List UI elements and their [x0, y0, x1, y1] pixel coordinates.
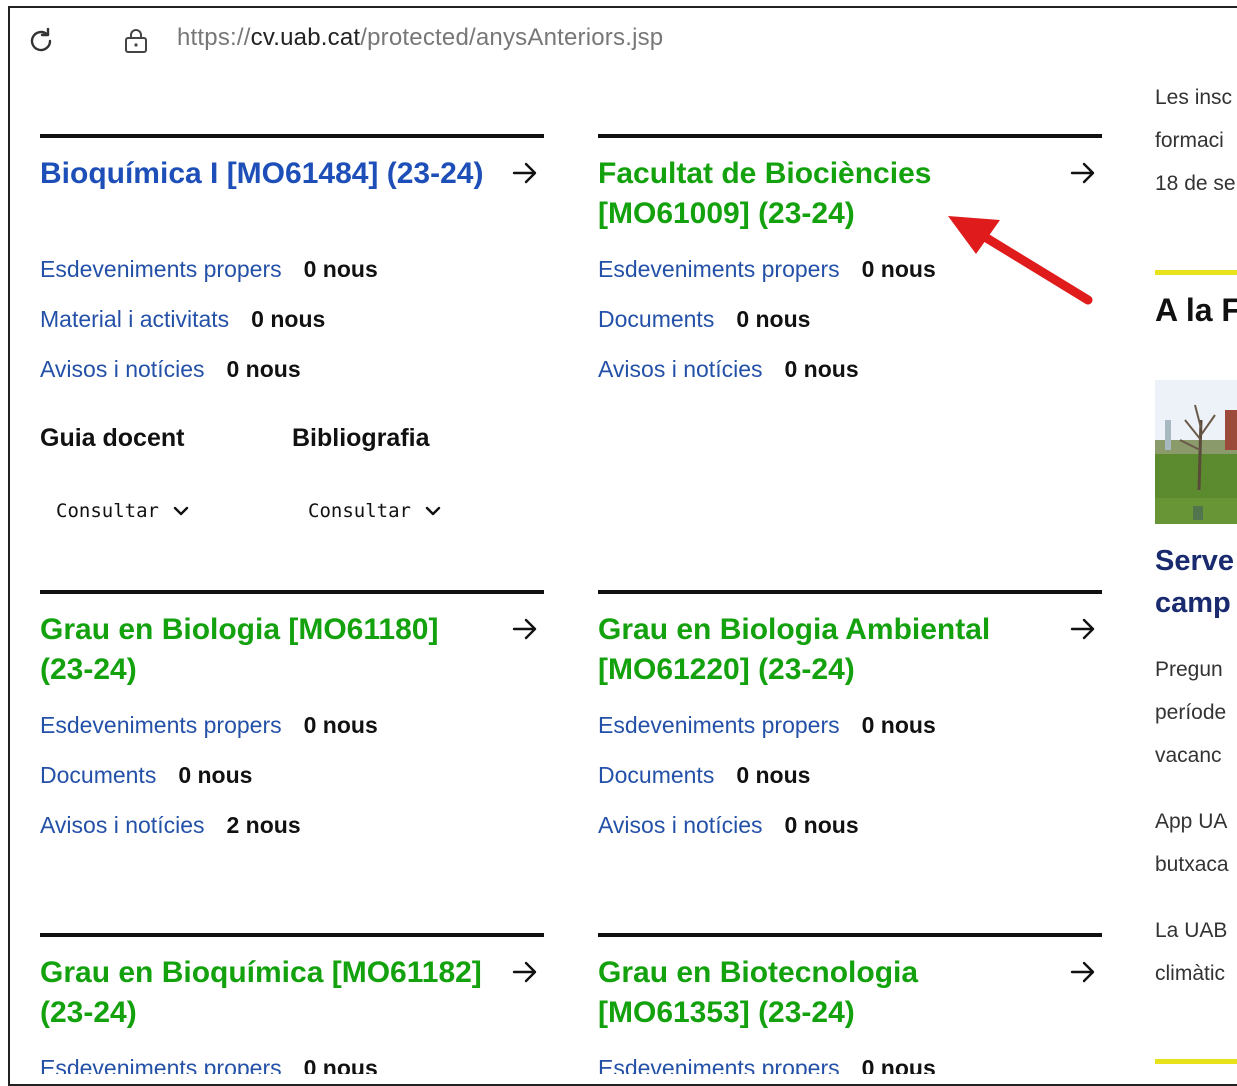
arrow-right-icon[interactable] — [1070, 616, 1096, 642]
bibliography-heading: Bibliografia — [292, 424, 430, 452]
course-card: Grau en Bioquímica [MO61182] (23-24) Esd… — [40, 933, 544, 1074]
intro-text-line: formaci — [1155, 129, 1224, 152]
new-count: 0 nous — [226, 356, 301, 382]
guide-select-value: Consultar — [56, 500, 159, 522]
news-thumbnail[interactable] — [1155, 380, 1237, 524]
bibliography-select-value: Consultar — [308, 500, 411, 522]
documents-link[interactable]: Documents — [598, 762, 714, 788]
bibliography-select[interactable]: Consultar — [308, 500, 441, 522]
card-link-row: Esdeveniments propers 0 nous — [40, 1055, 378, 1074]
paragraph-line: vacanc — [1155, 744, 1222, 767]
news-link[interactable]: Avisos i notícies — [598, 812, 762, 838]
news-title-line[interactable]: Serve — [1155, 540, 1234, 582]
intro-text-line: Les insc — [1155, 86, 1233, 109]
events-link[interactable]: Esdeveniments propers — [598, 712, 840, 738]
guide-select[interactable]: Consultar — [56, 500, 189, 522]
chevron-down-icon — [425, 506, 441, 516]
card-divider — [40, 590, 544, 594]
new-count: 0 nous — [784, 812, 859, 838]
card-link-row: Esdeveniments propers 0 nous — [40, 712, 378, 739]
paragraph-line: App UA — [1155, 810, 1228, 833]
card-title-link[interactable]: Grau en Biologia Ambiental [MO61220] (23… — [598, 610, 1048, 690]
intro-text-line: 18 de se — [1155, 172, 1236, 195]
card-divider — [598, 590, 1102, 594]
card-link-row: Esdeveniments propers 0 nous — [40, 256, 378, 283]
news-link[interactable]: Avisos i notícies — [40, 356, 204, 382]
documents-link[interactable]: Documents — [40, 762, 156, 788]
materials-link[interactable]: Material i activitats — [40, 306, 229, 332]
new-count: 2 nous — [226, 812, 301, 838]
red-arrow-icon — [948, 216, 1093, 305]
card-title-link[interactable]: Grau en Biotecnologia [MO61353] (23-24) — [598, 953, 1048, 1033]
address-bar[interactable]: https://cv.uab.cat/protected/anysAnterio… — [177, 24, 663, 52]
reload-icon[interactable] — [26, 26, 56, 56]
paragraph-line: Pregun — [1155, 658, 1223, 681]
new-count: 0 nous — [303, 712, 378, 738]
course-card: Grau en Biotecnologia [MO61353] (23-24) … — [598, 933, 1102, 1074]
new-count: 0 nous — [861, 1055, 936, 1074]
arrow-right-icon[interactable] — [512, 959, 538, 985]
events-link[interactable]: Esdeveniments propers — [40, 256, 282, 282]
documents-link[interactable]: Documents — [598, 306, 714, 332]
news-link[interactable]: Avisos i notícies — [40, 812, 204, 838]
card-link-row: Material i activitats 0 nous — [40, 306, 325, 333]
card-title-link[interactable]: Grau en Bioquímica [MO61182] (23-24) — [40, 953, 490, 1033]
events-link[interactable]: Esdeveniments propers — [40, 1055, 282, 1074]
guide-heading: Guia docent — [40, 424, 185, 452]
paragraph-line: període — [1155, 701, 1227, 724]
new-count: 0 nous — [861, 712, 936, 738]
course-card: Grau en Biologia Ambiental [MO61220] (23… — [598, 590, 1102, 850]
arrow-right-icon[interactable] — [1070, 160, 1096, 186]
url-path: /protected/anysAnteriors.jsp — [360, 24, 664, 51]
new-count: 0 nous — [736, 306, 811, 332]
section-accent-bar — [1155, 270, 1237, 275]
arrow-right-icon[interactable] — [512, 160, 538, 186]
section-accent-bar — [1155, 1059, 1237, 1064]
card-link-row: Avisos i notícies 0 nous — [40, 356, 301, 383]
lock-icon[interactable] — [124, 28, 148, 54]
card-title-link[interactable]: Bioquímica I [MO61484] (23-24) — [40, 154, 490, 194]
new-count: 0 nous — [303, 256, 378, 282]
right-sidebar: Les insc formaci 18 de se A la F Serve c… — [1155, 0, 1237, 1074]
events-link[interactable]: Esdeveniments propers — [598, 256, 840, 282]
news-link[interactable]: Avisos i notícies — [598, 356, 762, 382]
chevron-down-icon — [173, 506, 189, 516]
card-divider — [40, 933, 544, 937]
card-title-link[interactable]: Grau en Biologia [MO61180] (23-24) — [40, 610, 490, 690]
url-prefix: https:// — [177, 24, 251, 51]
news-title-line[interactable]: camp — [1155, 582, 1231, 624]
card-link-row: Esdeveniments propers 0 nous — [598, 712, 936, 739]
arrow-right-icon[interactable] — [1070, 959, 1096, 985]
section-heading: A la F — [1155, 292, 1237, 328]
new-count: 0 nous — [784, 356, 859, 382]
card-link-row: Avisos i notícies 0 nous — [598, 812, 859, 839]
card-link-row: Documents 0 nous — [40, 762, 252, 789]
url-domain: cv.uab.cat — [250, 24, 361, 51]
card-divider — [598, 134, 1102, 138]
paragraph-line: La UAB — [1155, 919, 1228, 942]
card-link-row: Avisos i notícies 0 nous — [598, 356, 859, 383]
card-divider — [40, 134, 544, 138]
paragraph-line: climàtic — [1155, 962, 1226, 985]
new-count: 0 nous — [736, 762, 811, 788]
paragraph-line: butxaca — [1155, 853, 1229, 876]
card-divider — [598, 933, 1102, 937]
course-card: Grau en Biologia [MO61180] (23-24) Esdev… — [40, 590, 544, 850]
new-count: 0 nous — [251, 306, 326, 332]
card-link-row: Documents 0 nous — [598, 306, 810, 333]
card-link-row: Esdeveniments propers 0 nous — [598, 256, 936, 283]
events-link[interactable]: Esdeveniments propers — [40, 712, 282, 738]
events-link[interactable]: Esdeveniments propers — [598, 1055, 840, 1074]
new-count: 0 nous — [303, 1055, 378, 1074]
arrow-right-icon[interactable] — [512, 616, 538, 642]
new-count: 0 nous — [178, 762, 253, 788]
new-count: 0 nous — [861, 256, 936, 282]
card-link-row: Avisos i notícies 2 nous — [40, 812, 301, 839]
card-link-row: Documents 0 nous — [598, 762, 810, 789]
course-card: Bioquímica I [MO61484] (23-24) Esdevenim… — [40, 134, 544, 554]
card-link-row: Esdeveniments propers 0 nous — [598, 1055, 936, 1074]
